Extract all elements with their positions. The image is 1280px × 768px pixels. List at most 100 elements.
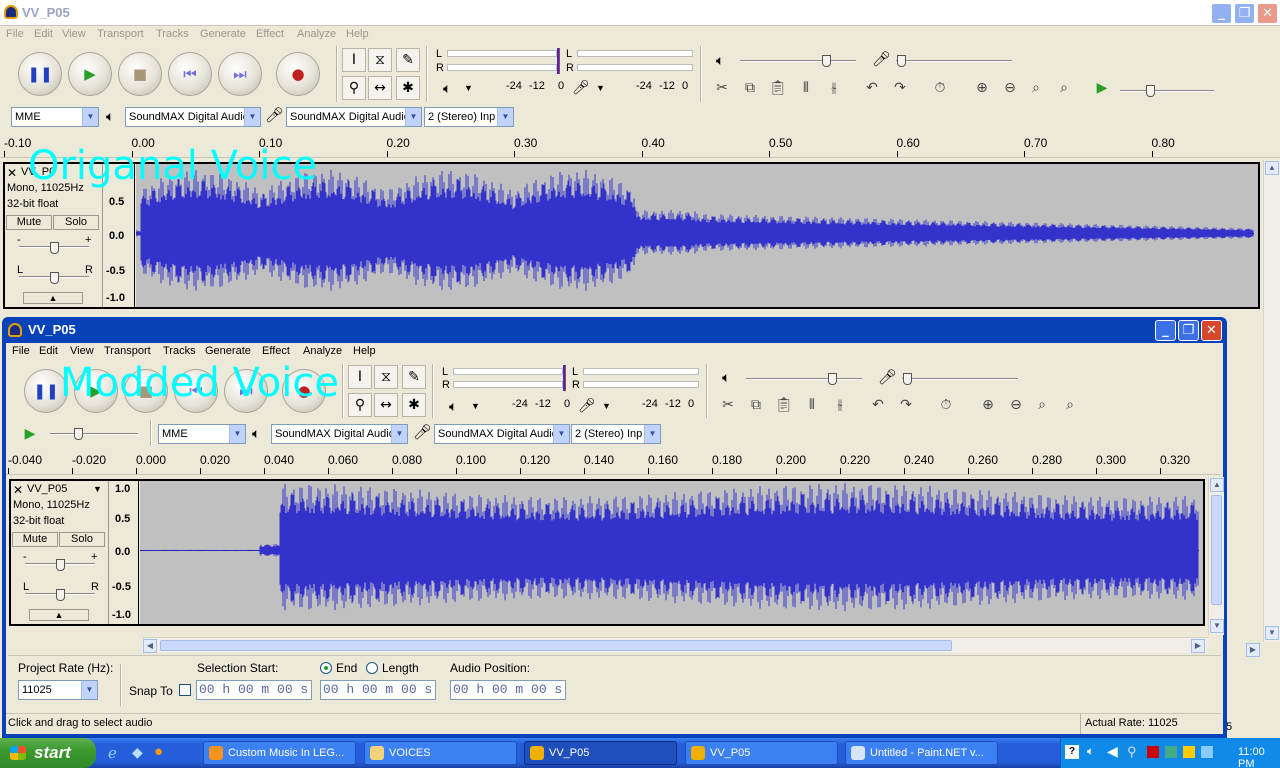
copy-button[interactable]: ⧉ bbox=[738, 76, 762, 100]
trim-button[interactable]: ⫴ bbox=[794, 76, 818, 100]
front-vertical-scrollbar[interactable]: ▲ ▼ bbox=[1208, 477, 1224, 635]
scroll-left-icon[interactable]: ◀ bbox=[143, 639, 157, 653]
silence-button[interactable]: ⫳ bbox=[822, 76, 846, 100]
tray-back-icon[interactable]: ◀ bbox=[1107, 743, 1118, 760]
minimize-button[interactable]: _ bbox=[1211, 3, 1232, 24]
audio-position-field[interactable]: 00 h 00 m 00 s bbox=[450, 680, 566, 700]
menu-effect[interactable]: Effect bbox=[262, 345, 290, 357]
channels-select[interactable]: 2 (Stereo) Inp ▼ bbox=[424, 107, 514, 127]
draw-tool[interactable]: ✎ bbox=[402, 365, 426, 389]
paste-button[interactable]: 📋︎ bbox=[772, 393, 796, 417]
menu-help[interactable]: Help bbox=[346, 28, 369, 40]
menu-help[interactable]: Help bbox=[353, 345, 376, 357]
fit-selection-button[interactable]: ⌕ bbox=[1030, 393, 1054, 417]
internet-explorer-icon[interactable]: ℯ bbox=[108, 744, 117, 762]
output-volume-thumb[interactable] bbox=[828, 373, 837, 385]
menu-view[interactable]: View bbox=[62, 28, 86, 40]
back-vertical-scrollbar[interactable]: ▲ ▼ bbox=[1263, 160, 1280, 642]
zoom-out-button[interactable]: ⊖ bbox=[998, 76, 1022, 100]
search-icon[interactable]: ⚲ bbox=[1127, 744, 1137, 760]
paste-button[interactable]: 📋︎ bbox=[766, 76, 790, 100]
help-icon[interactable]: ? bbox=[1065, 745, 1079, 759]
solo-button[interactable]: Solo bbox=[53, 215, 99, 230]
track-close-icon[interactable]: ✕ bbox=[13, 483, 23, 497]
host-select[interactable]: MME ▼ bbox=[158, 424, 246, 444]
menu-effect[interactable]: Effect bbox=[256, 28, 284, 40]
cut-button[interactable]: ✂ bbox=[716, 393, 740, 417]
play-speed-slider[interactable] bbox=[50, 433, 138, 435]
horizontal-scroll-thumb[interactable] bbox=[160, 640, 952, 651]
skip-end-button[interactable]: ⏭ bbox=[218, 52, 262, 96]
trim-button[interactable]: ⫴ bbox=[800, 393, 824, 417]
input-volume-slider[interactable] bbox=[902, 378, 1018, 380]
mute-button[interactable]: Mute bbox=[12, 532, 58, 547]
mute-button[interactable]: Mute bbox=[6, 215, 52, 230]
host-select[interactable]: MME ▼ bbox=[11, 107, 99, 127]
project-rate-select[interactable]: 11025 ▼ bbox=[18, 680, 98, 700]
scroll-up-icon[interactable]: ▲ bbox=[1265, 161, 1279, 175]
envelope-tool[interactable]: ⧖ bbox=[374, 365, 398, 389]
track-menu-chevron-icon[interactable]: ▼ bbox=[93, 484, 102, 494]
solo-button[interactable]: Solo bbox=[59, 532, 105, 547]
timeshift-tool[interactable]: ↔ bbox=[368, 76, 392, 100]
channels-select[interactable]: 2 (Stereo) Inp ▼ bbox=[571, 424, 661, 444]
tray-app-icon[interactable] bbox=[1201, 746, 1213, 758]
menu-analyze[interactable]: Analyze bbox=[297, 28, 336, 40]
undo-button[interactable]: ↶ bbox=[866, 393, 890, 417]
redo-button[interactable]: ↷ bbox=[888, 76, 912, 100]
zoom-in-button[interactable]: ⊕ bbox=[976, 393, 1000, 417]
length-radio[interactable] bbox=[366, 662, 378, 674]
fit-selection-button[interactable]: ⌕ bbox=[1024, 76, 1048, 100]
pause-button[interactable]: ❚❚ bbox=[18, 52, 62, 96]
output-volume-slider[interactable] bbox=[746, 378, 862, 380]
show-desktop-icon[interactable]: ◆ bbox=[132, 744, 143, 761]
draw-tool[interactable]: ✎ bbox=[396, 48, 420, 72]
menu-transport[interactable]: Transport bbox=[97, 28, 144, 40]
output-device-select[interactable]: SoundMAX Digital Audio ▼ bbox=[125, 107, 261, 127]
task-custom-music[interactable]: Custom Music In LEG... bbox=[203, 741, 356, 765]
network-icon[interactable] bbox=[1165, 746, 1177, 758]
track-name[interactable]: VV_P05 bbox=[27, 483, 67, 495]
scroll-right-icon[interactable]: ▶ bbox=[1246, 643, 1260, 657]
front-timeline-ruler[interactable]: -0.040 -0.020 0.000 0.020 0.040 0.060 0.080 0.1… bbox=[6, 451, 1221, 475]
menu-file[interactable]: File bbox=[12, 345, 30, 357]
copy-button[interactable]: ⧉ bbox=[744, 393, 768, 417]
maximize-button[interactable]: ❐ bbox=[1234, 3, 1255, 24]
zoom-out-button[interactable]: ⊖ bbox=[1004, 393, 1028, 417]
redo-button[interactable]: ↷ bbox=[894, 393, 918, 417]
play-at-speed-button[interactable]: ▶ bbox=[1090, 76, 1114, 100]
selection-tool[interactable]: I bbox=[342, 48, 366, 72]
play-speed-thumb[interactable] bbox=[74, 428, 83, 440]
input-volume-thumb[interactable] bbox=[897, 55, 906, 67]
close-button[interactable]: ✕ bbox=[1201, 320, 1222, 341]
gain-thumb[interactable] bbox=[50, 242, 59, 254]
output-device-select[interactable]: SoundMAX Digital Audio ▼ bbox=[271, 424, 408, 444]
stop-button[interactable]: ■ bbox=[118, 52, 162, 96]
firefox-icon[interactable]: ● bbox=[154, 743, 163, 760]
selection-start-field[interactable]: 00 h 00 m 00 s bbox=[196, 680, 312, 700]
menu-edit[interactable]: Edit bbox=[39, 345, 58, 357]
zoom-tool[interactable]: ⚲ bbox=[348, 393, 372, 417]
multi-tool[interactable]: ✱ bbox=[402, 393, 426, 417]
chevron-down-icon[interactable]: ▼ bbox=[596, 83, 605, 93]
menu-tracks[interactable]: Tracks bbox=[156, 28, 189, 40]
sync-lock-button[interactable]: ⏱ bbox=[934, 393, 958, 417]
collapse-track-button[interactable]: ▲ bbox=[23, 292, 83, 304]
input-device-select[interactable]: SoundMAX Digital Audio ▼ bbox=[286, 107, 422, 127]
end-radio[interactable] bbox=[320, 662, 332, 674]
silence-button[interactable]: ⫳ bbox=[828, 393, 852, 417]
cut-button[interactable]: ✂ bbox=[710, 76, 734, 100]
tray-app-icon[interactable] bbox=[1183, 746, 1195, 758]
scroll-down-icon[interactable]: ▼ bbox=[1265, 626, 1279, 640]
front-waveform[interactable] bbox=[140, 481, 1203, 624]
menu-edit[interactable]: Edit bbox=[34, 28, 53, 40]
close-button[interactable]: ✕ bbox=[1257, 3, 1278, 24]
input-volume-slider[interactable] bbox=[896, 60, 1012, 62]
timeshift-tool[interactable]: ↔ bbox=[374, 393, 398, 417]
selection-end-field[interactable]: 00 h 00 m 00 s bbox=[320, 680, 436, 700]
snap-to-checkbox[interactable] bbox=[179, 684, 191, 696]
task-voices[interactable]: VOICES bbox=[364, 741, 517, 765]
output-volume-slider[interactable] bbox=[740, 60, 856, 62]
start-button[interactable]: start bbox=[0, 738, 96, 768]
sync-lock-button[interactable]: ⏱ bbox=[928, 76, 952, 100]
